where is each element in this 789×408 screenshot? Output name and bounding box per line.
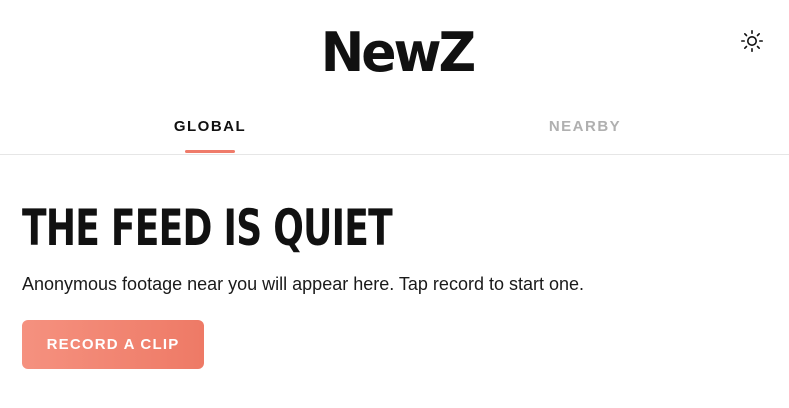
sun-icon [740,29,764,53]
empty-state-description: Anonymous footage near you will appear h… [22,274,585,294]
theme-toggle-button[interactable] [738,27,766,55]
header: NewZ [0,0,789,100]
feed-tabs: GLOBAL NEARBY [0,100,789,155]
tab-global-label: GLOBAL [173,118,247,135]
empty-state-title: THE FEED IS QUIET [22,199,393,257]
tab-nearby[interactable]: NEARBY [388,100,782,154]
empty-state: THE FEED IS QUIET Anonymous footage near… [22,196,762,369]
record-clip-button[interactable]: RECORD A CLIP [22,320,204,369]
tab-nearby-label: NEARBY [548,118,622,135]
tab-global[interactable]: GLOBAL [13,100,407,154]
app-window: NewZ GLOBAL NEARBY THE FEED IS QUIET Ano… [0,0,789,408]
app-logo: NewZ [320,21,477,85]
active-tab-indicator [185,150,235,153]
